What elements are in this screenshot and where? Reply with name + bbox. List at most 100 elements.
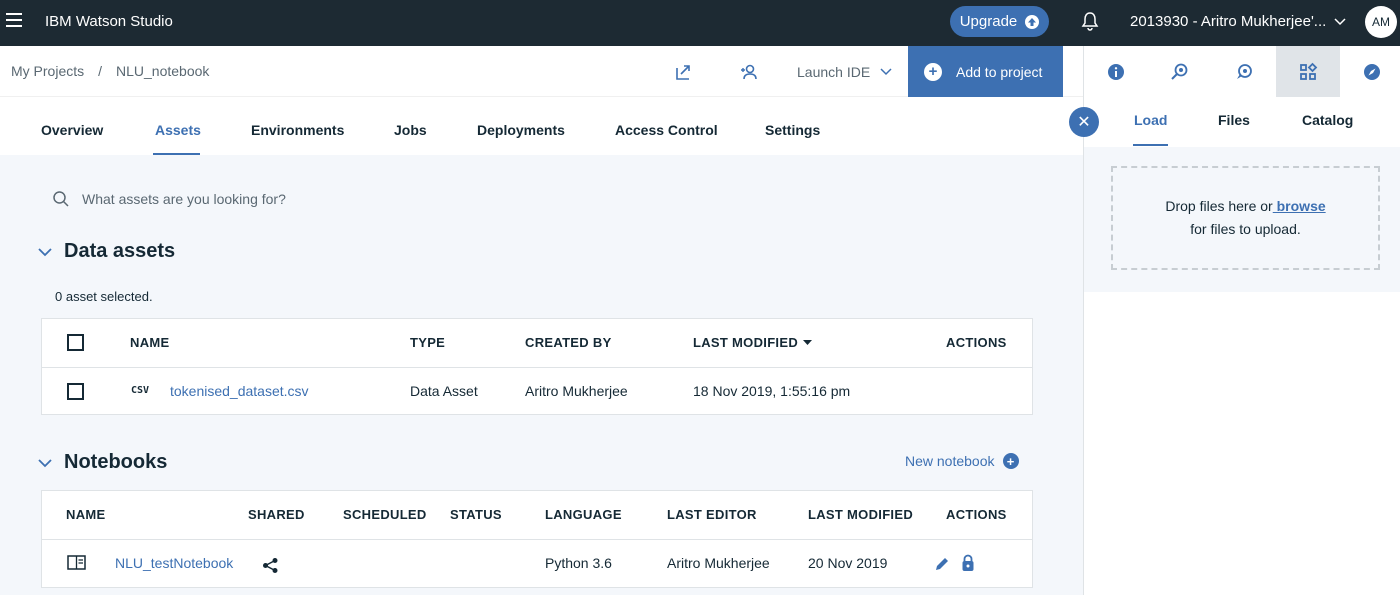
notebook-icon: [67, 555, 86, 570]
column-header-label: LAST MODIFIED: [693, 335, 799, 350]
chevron-down-icon: [1334, 17, 1346, 25]
account-label: 2013930 - Aritro Mukherjee'...: [1130, 13, 1327, 30]
assets-main: What assets are you looking for? Data as…: [0, 155, 1083, 595]
share-icon[interactable]: [262, 557, 279, 574]
grid-data-icon: [1300, 62, 1318, 80]
tab-access-control[interactable]: Access Control: [615, 122, 718, 138]
notebook-name-link[interactable]: NLU_testNotebook: [115, 555, 233, 571]
browse-link[interactable]: browse: [1273, 198, 1326, 214]
plus-icon: +: [924, 62, 942, 81]
new-notebook-button[interactable]: New notebook +: [905, 453, 1019, 469]
chevron-down-icon: [38, 247, 52, 256]
notification-bell-icon[interactable]: [1080, 11, 1100, 31]
add-collaborator-icon[interactable]: [739, 62, 759, 82]
app-title[interactable]: IBM Watson Studio: [45, 13, 173, 30]
chat-bubble-icon: [1237, 63, 1252, 79]
column-header[interactable]: SCHEDULED: [343, 507, 427, 522]
export-icon[interactable]: [674, 62, 694, 82]
magnifier-gear-icon: [1171, 63, 1188, 80]
breadcrumb-project: NLU_notebook: [116, 63, 210, 79]
csv-file-icon: CSV: [131, 385, 150, 396]
tab-settings[interactable]: Settings: [765, 122, 820, 138]
notebooks-table: NAME SHARED SCHEDULED STATUS LANGUAGE LA…: [41, 490, 1033, 588]
tab-load[interactable]: Load: [1134, 112, 1167, 128]
notebook-last-modified: 20 Nov 2019: [808, 555, 888, 571]
tab-environments[interactable]: Environments: [251, 122, 344, 138]
table-header: NAME TYPE CREATED BY LAST MODIFIED ACTIO…: [42, 319, 1032, 367]
asset-name-link[interactable]: tokenised_dataset.csv: [170, 383, 309, 399]
tab-jobs[interactable]: Jobs: [394, 122, 427, 138]
column-header[interactable]: TYPE: [410, 335, 445, 350]
avatar[interactable]: AM: [1365, 6, 1397, 38]
table-row: NLU_testNotebook Python 3.6 Aritro Mukhe…: [42, 539, 1032, 587]
data-panel-tab[interactable]: [1276, 46, 1340, 97]
selected-count: 0 asset selected.: [55, 289, 153, 304]
right-panel-tabs: Load Files Catalog: [1084, 97, 1400, 147]
compass-icon: [1364, 63, 1380, 80]
new-notebook-label: New notebook: [905, 453, 995, 469]
column-header[interactable]: LAST EDITOR: [667, 507, 757, 522]
chevron-down-icon: [880, 68, 892, 76]
notebook-language: Python 3.6: [545, 555, 612, 571]
tab-files[interactable]: Files: [1218, 112, 1250, 128]
tab-overview[interactable]: Overview: [41, 122, 103, 138]
column-header[interactable]: SHARED: [248, 507, 305, 522]
launch-ide-dropdown[interactable]: Launch IDE: [797, 64, 892, 80]
add-to-project-button[interactable]: + Add to project: [908, 46, 1063, 97]
account-switcher[interactable]: 2013930 - Aritro Mukherjee'...: [1130, 13, 1346, 30]
column-header: ACTIONS: [946, 335, 1007, 350]
column-header[interactable]: CREATED BY: [525, 335, 612, 350]
breadcrumb-separator: /: [98, 63, 103, 79]
column-header[interactable]: NAME: [130, 335, 169, 350]
add-to-project-label: Add to project: [956, 63, 1043, 80]
active-tab-indicator: [1133, 144, 1168, 146]
asset-created-by: Aritro Mukherjee: [525, 383, 628, 399]
data-assets-title: Data assets: [64, 240, 176, 262]
asset-search[interactable]: What assets are you looking for?: [52, 190, 286, 208]
info-panel-tab[interactable]: [1084, 46, 1148, 97]
sort-descending-icon: [803, 339, 813, 345]
chevron-down-icon: [38, 458, 52, 467]
project-tabs: Overview Assets Environments Jobs Deploy…: [0, 97, 1083, 155]
close-panel-button[interactable]: ✕: [1069, 107, 1099, 137]
column-header[interactable]: LAST MODIFIED: [808, 507, 913, 522]
asset-type: Data Asset: [410, 383, 478, 399]
breadcrumb: My Projects / NLU_notebook: [11, 63, 209, 79]
data-assets-header[interactable]: Data assets: [38, 240, 175, 263]
data-assets-table: NAME TYPE CREATED BY LAST MODIFIED ACTIO…: [41, 318, 1033, 415]
upgrade-button[interactable]: Upgrade: [950, 6, 1049, 37]
notebook-last-editor: Aritro Mukherjee: [667, 555, 770, 571]
tab-assets[interactable]: Assets: [155, 122, 201, 138]
plus-icon: +: [1002, 453, 1019, 469]
explore-panel-tab[interactable]: [1340, 46, 1400, 97]
upload-arrow-icon: [1025, 14, 1040, 29]
launch-ide-label: Launch IDE: [797, 64, 871, 80]
right-panel-toolbar: [1084, 46, 1400, 97]
select-all-checkbox[interactable]: [67, 334, 84, 351]
table-header: NAME SHARED SCHEDULED STATUS LANGUAGE LA…: [42, 491, 1032, 539]
breadcrumb-my-projects[interactable]: My Projects: [11, 63, 84, 79]
search-icon: [53, 191, 69, 207]
upgrade-label: Upgrade: [959, 13, 1018, 30]
file-dropzone[interactable]: Drop files here or browse for files to u…: [1111, 166, 1380, 270]
asset-last-modified: 18 Nov 2019, 1:55:16 pm: [693, 383, 851, 399]
column-header[interactable]: STATUS: [450, 507, 502, 522]
dropzone-line-1: Drop files here or browse: [1165, 195, 1325, 218]
notebooks-header[interactable]: Notebooks: [38, 451, 167, 474]
info-icon: [1108, 63, 1124, 80]
column-header[interactable]: LANGUAGE: [545, 507, 622, 522]
hamburger-menu-icon[interactable]: [6, 13, 22, 27]
tab-catalog[interactable]: Catalog: [1302, 112, 1353, 128]
column-header[interactable]: NAME: [66, 507, 105, 522]
data-refinery-panel-tab[interactable]: [1148, 46, 1212, 97]
dropzone-text: Drop files here or: [1165, 198, 1273, 214]
dropzone-line-2: for files to upload.: [1190, 221, 1301, 237]
row-checkbox[interactable]: [67, 383, 84, 400]
edit-pencil-icon[interactable]: [933, 555, 951, 573]
column-header: ACTIONS: [946, 507, 1007, 522]
tab-deployments[interactable]: Deployments: [477, 122, 565, 138]
community-panel-tab[interactable]: [1212, 46, 1276, 97]
column-header-last-modified[interactable]: LAST MODIFIED: [693, 335, 813, 350]
table-row: CSV tokenised_dataset.csv Data Asset Ari…: [42, 367, 1032, 415]
lock-icon[interactable]: [961, 554, 975, 572]
